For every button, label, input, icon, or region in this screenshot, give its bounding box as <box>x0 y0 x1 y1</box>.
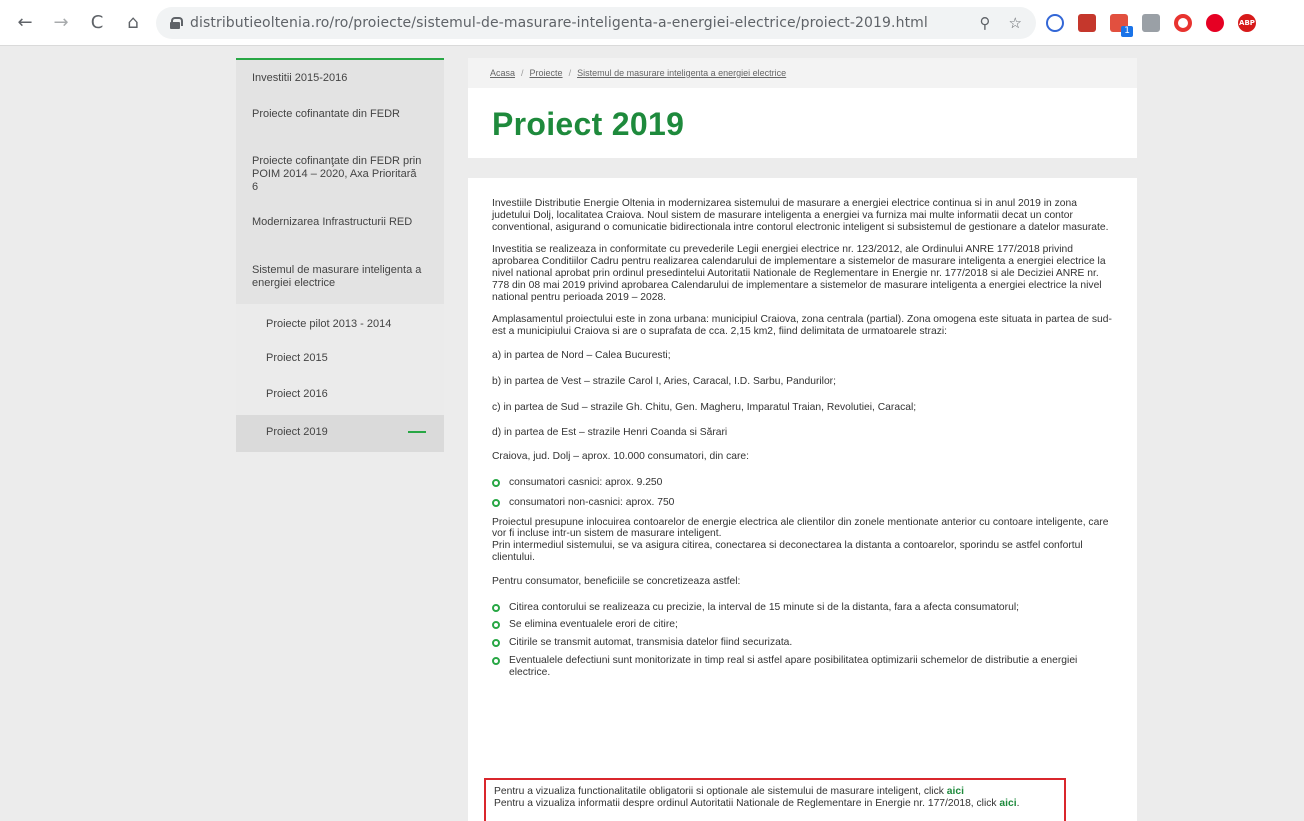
paragraph-replacement: Proiectul presupune inlocuirea contoarel… <box>492 516 1109 540</box>
pinterest-icon[interactable] <box>1206 14 1224 32</box>
list-item: Eventualele defectiuni sunt monitorizate… <box>492 655 1113 679</box>
breadcrumb: Acasa / Proiecte / Sistemul de masurare … <box>468 58 1137 88</box>
bullet-icon <box>492 478 500 487</box>
page-title: Proiect 2019 <box>492 106 685 142</box>
street-north: a) in partea de Nord – Calea Bucuresti; <box>492 349 671 361</box>
link-aici-2[interactable]: aici <box>999 798 1016 809</box>
street-west: b) in partea de Vest – strazile Carol I,… <box>492 375 836 387</box>
bullet-icon <box>492 639 500 648</box>
breadcrumb-projects[interactable]: Proiecte <box>530 68 563 78</box>
home-icon[interactable]: ⌂ <box>122 12 144 34</box>
callout-line-2: Pentru a vizualiza informatii despre ord… <box>494 797 1020 809</box>
address-bar[interactable]: distributieoltenia.ro/ro/proiecte/sistem… <box>156 7 1036 39</box>
forward-arrow-icon[interactable]: → <box>50 12 72 34</box>
sidebar-item-fedr[interactable]: Proiecte cofinantate din FEDR <box>236 108 444 121</box>
paragraph-consumers: Craiova, jud. Dolj – aprox. 10.000 consu… <box>492 451 749 463</box>
paragraph-system: Prin intermediul sistemului, se va asigu… <box>492 540 1083 563</box>
active-indicator <box>408 431 426 433</box>
sidebar-item-modernizarea[interactable]: Modernizarea Infrastructurii RED <box>236 216 444 229</box>
sidebar-nav: Investitii 2015-2016 Proiecte cofinantat… <box>236 58 444 452</box>
list-item: consumatori non-casnici: aprox. 750 <box>492 497 1113 509</box>
block-icon[interactable] <box>1046 14 1064 32</box>
sidebar-submenu: Proiecte pilot 2013 - 2014 Proiect 2015 … <box>236 304 444 452</box>
list-item: Citirile se transmit automat, transmisia… <box>492 637 1113 649</box>
page-header: Acasa / Proiecte / Sistemul de masurare … <box>468 58 1137 158</box>
breadcrumb-separator: / <box>568 68 572 78</box>
lock-icon <box>170 17 183 29</box>
back-arrow-icon[interactable]: ← <box>14 12 36 34</box>
breadcrumb-home[interactable]: Acasa <box>490 68 515 78</box>
paragraph-location: Amplasamentul proiectului este in zona u… <box>492 314 1112 338</box>
main-content: Investiile Distributie Energie Oltenia i… <box>468 178 1137 821</box>
callout-line-1: Pentru a vizualiza functionalitatile obl… <box>494 786 964 797</box>
url-text[interactable]: distributieoltenia.ro/ro/proiecte/sistem… <box>190 15 928 31</box>
bullet-icon <box>492 603 500 612</box>
bullet-icon <box>492 621 500 630</box>
sidebar-subitem-2016[interactable]: Proiect 2016 <box>236 388 444 400</box>
list-item: Citirea contorului se realizeaza cu prec… <box>492 602 1113 614</box>
sidebar-subitem-2015[interactable]: Proiect 2015 <box>236 352 444 364</box>
street-south: c) in partea de Sud – strazile Gh. Chitu… <box>492 401 917 413</box>
bookmark-star-icon[interactable]: ☆ <box>1009 14 1022 32</box>
list-item: Se elimina eventualele erori de citire; <box>492 619 1113 631</box>
paragraph-legal: Investitia se realizeaza in conformitate… <box>492 244 1106 303</box>
callout-box: Pentru a vizualiza functionalitatile obl… <box>484 778 1066 821</box>
reload-icon[interactable]: C <box>86 12 108 34</box>
pdf-icon[interactable] <box>1078 14 1096 32</box>
search-icon[interactable]: ⚲ <box>980 14 991 32</box>
sidebar-item-sistemul[interactable]: Sistemul de masurare inteligenta a energ… <box>236 264 444 290</box>
list-item: consumatori casnici: aprox. 9.250 <box>492 477 1113 489</box>
paragraph-intro: Investiile Distributie Energie Oltenia i… <box>492 198 1109 233</box>
bullet-icon <box>492 498 500 507</box>
browser-toolbar: ← → C ⌂ distributieoltenia.ro/ro/proiect… <box>0 0 1304 46</box>
adblock-icon[interactable]: ABP <box>1238 14 1256 32</box>
translate-icon[interactable]: 1 <box>1110 14 1133 37</box>
breadcrumb-separator: / <box>521 68 524 78</box>
sidebar-item-investitii[interactable]: Investitii 2015-2016 <box>236 72 444 85</box>
sidebar-subitem-pilot[interactable]: Proiecte pilot 2013 - 2014 <box>236 318 444 330</box>
breadcrumb-section[interactable]: Sistemul de masurare inteligenta a energ… <box>577 68 786 78</box>
link-aici-1[interactable]: aici <box>947 786 964 797</box>
extensions-bar: 1 ABP <box>1046 11 1256 37</box>
paragraph-benefits: Pentru consumator, beneficiile se concre… <box>492 575 741 587</box>
sidebar-item-poim[interactable]: Proiecte cofinanţate din FEDR prin POIM … <box>236 155 444 194</box>
bullet-icon <box>492 656 500 665</box>
opera-icon[interactable] <box>1174 14 1192 32</box>
reader-icon[interactable] <box>1142 14 1160 32</box>
street-east: d) in partea de Est – strazile Henri Coa… <box>492 427 728 439</box>
